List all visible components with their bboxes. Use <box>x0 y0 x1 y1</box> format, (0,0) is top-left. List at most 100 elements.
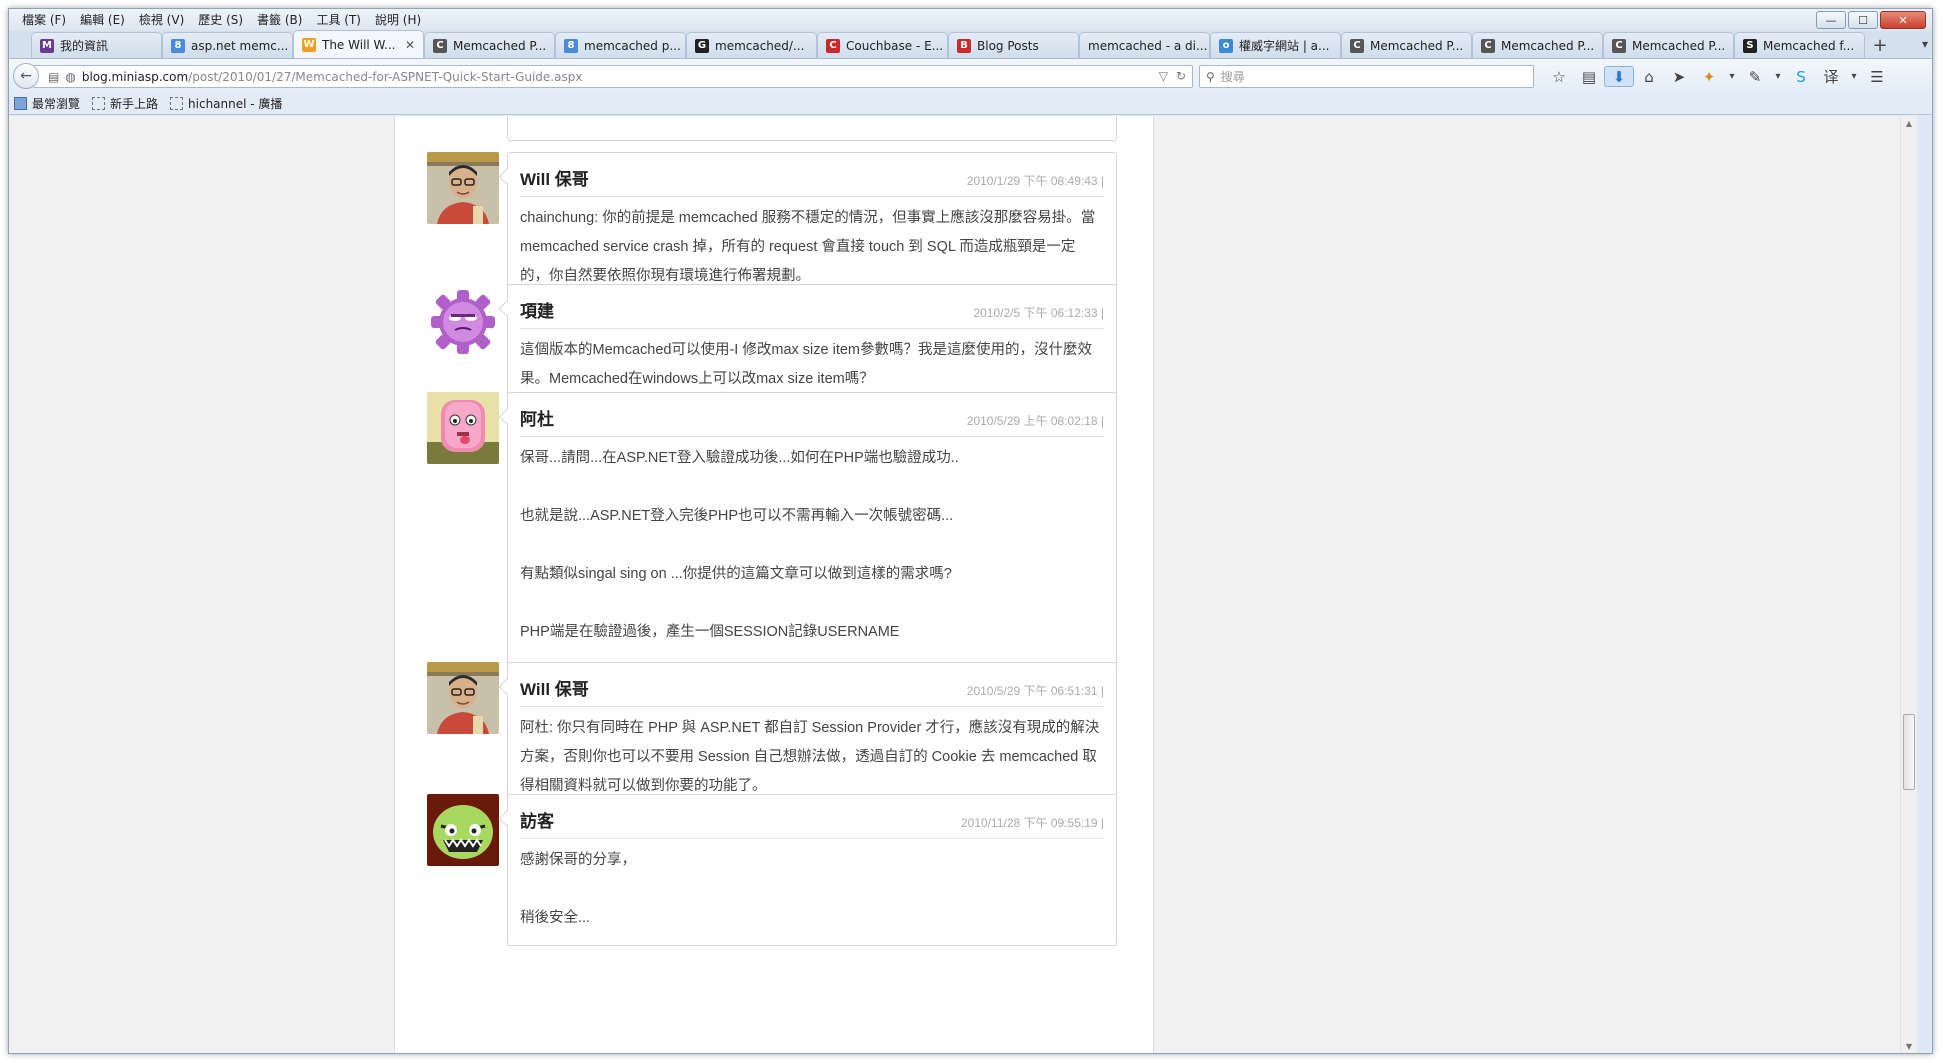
translate-dropdown-icon[interactable]: ▾ <box>1846 66 1862 87</box>
comment-card: Will 保哥 2010/1/29 下午 08:49:43 | chainchung… <box>507 152 1117 304</box>
tab-1[interactable]: 8 asp.net memc... <box>162 32 293 58</box>
url-text[interactable]: blog.miniasp.com/post/2010/01/27/Memcach… <box>82 70 583 84</box>
pen-dropdown-icon[interactable]: ▾ <box>1770 66 1786 87</box>
tab-list-icon[interactable]: ▾ <box>1922 37 1928 51</box>
tab-11[interactable]: C Memcached P... <box>1472 32 1603 58</box>
comment-author[interactable]: 訪客 <box>520 807 554 832</box>
bookmark-item[interactable]: 新手上路 <box>92 95 158 112</box>
menu-bar: 檔案 (F) 編輯 (E) 檢視 (V) 歷史 (S) 書籤 (B) 工具 (T… <box>9 9 1932 31</box>
maximize-button[interactable]: ☐ <box>1848 11 1878 29</box>
comment-author[interactable]: Will 保哥 <box>520 165 589 190</box>
menu-help[interactable]: 說明 (H) <box>368 9 428 31</box>
tab-title: 權威字網站 | a... <box>1239 39 1330 53</box>
comment-body: 這個版本的Memcached可以使用-I 修改max size item參數嗎？… <box>520 336 1104 394</box>
comment-header: 項建 2010/2/5 下午 06:12:33 | <box>520 297 1104 329</box>
avatar[interactable] <box>427 794 499 866</box>
back-arrow-icon: ← <box>20 68 32 84</box>
comment-header: 訪客 2010/11/28 下午 09:55:19 | <box>520 807 1104 839</box>
avatar[interactable] <box>427 152 499 224</box>
bookmarks-bar: 最常瀏覽 新手上路 hichannel - 廣播 <box>9 93 1932 115</box>
menu-edit[interactable]: 編輯 (E) <box>73 9 132 31</box>
reload-icon[interactable]: ↻ <box>1176 69 1186 83</box>
menu-tools[interactable]: 工具 (T) <box>309 9 368 31</box>
tab-13[interactable]: S Memcached f... <box>1734 32 1865 58</box>
bookmark-label: hichannel - 廣播 <box>188 97 283 111</box>
scroll-down-icon[interactable]: ▼ <box>1901 1039 1917 1053</box>
back-button[interactable]: ← <box>13 63 39 89</box>
avatar[interactable] <box>427 284 499 356</box>
comment-header: 阿杜 2010/5/29 上午 08:02:18 | <box>520 405 1104 437</box>
download-icon[interactable]: ⬇ <box>1604 66 1634 87</box>
bookmark-item[interactable]: 最常瀏覽 <box>14 95 80 112</box>
tab-5[interactable]: Gmemcached/... <box>686 32 817 58</box>
comment-card: 項建 2010/2/5 下午 06:12:33 | 這個版本的Memcached可以… <box>507 284 1117 407</box>
tab-favicon-icon: M <box>40 38 54 53</box>
menu-bookmarks[interactable]: 書籤 (B) <box>250 9 309 31</box>
tab-7[interactable]: B Blog Posts <box>948 32 1079 58</box>
comment-author[interactable]: Will 保哥 <box>520 675 589 700</box>
tab-9[interactable]: o 權威字網站 | a... <box>1210 32 1341 58</box>
reading-list-icon[interactable]: ▤ <box>1574 66 1604 87</box>
tab-favicon-icon: C <box>433 38 447 53</box>
new-tab-button[interactable]: + <box>1865 32 1895 58</box>
page-content: Will 保哥 2010/1/29 下午 08:49:43 | chainchung… <box>9 116 1917 1053</box>
url-bar[interactable]: ▤ ◍ blog.miniasp.com/post/2010/01/27/Mem… <box>33 65 1193 88</box>
menu-file[interactable]: 檔案 (F) <box>15 9 73 31</box>
tab-title: The Will W... <box>322 37 396 52</box>
tab-favicon-icon: C <box>1481 38 1495 53</box>
skype-icon[interactable]: S <box>1786 66 1816 87</box>
tab-title: memcached - a di... <box>1088 38 1208 53</box>
search-icon: ⚲ <box>1206 69 1215 84</box>
url-path: /post/2010/01/27/Memcached-for-ASPNET-Qu… <box>188 69 583 84</box>
most-visited-icon <box>14 97 27 110</box>
scroll-up-icon[interactable]: ▲ <box>1901 116 1917 132</box>
tab-8[interactable]: memcached - a di... <box>1079 32 1210 58</box>
tab-favicon-icon: C <box>826 38 840 53</box>
translate-icon[interactable]: 译 <box>1816 66 1846 87</box>
pen-icon[interactable]: ✎ <box>1740 66 1770 87</box>
tab-2[interactable]: W The Will W... ✕ <box>293 30 424 58</box>
bookmark-item[interactable]: hichannel - 廣播 <box>170 95 282 112</box>
dropdown-arrow-icon[interactable]: ▽ <box>1159 69 1168 83</box>
tab-4[interactable]: 8 memcached p... <box>555 32 686 58</box>
tab-favicon-icon: B <box>957 38 971 53</box>
menu-view[interactable]: 檢視 (V) <box>132 9 191 31</box>
comment-date: 2010/2/5 下午 06:12:33 | <box>973 306 1104 320</box>
menu-hamburger-icon[interactable]: ☰ <box>1862 66 1892 87</box>
search-bar[interactable]: ⚲ 搜尋 <box>1199 65 1534 88</box>
tab-favicon-icon: C <box>1612 38 1626 53</box>
tab-6[interactable]: C Couchbase - E... <box>817 32 948 58</box>
tab-title: memcached p... <box>584 38 681 53</box>
bookmark-star-icon[interactable]: ☆ <box>1544 66 1574 87</box>
home-icon[interactable]: ⌂ <box>1634 66 1664 87</box>
vertical-scrollbar[interactable]: ▲ ▼ <box>1900 116 1917 1053</box>
comment-author[interactable]: 阿杜 <box>520 405 554 430</box>
tab-title: memcached/... <box>715 38 805 53</box>
comment-paragraph: chainchung: 你的前提是 memcached 服務不穩定的情況，但事實… <box>520 210 1096 284</box>
comment-paragraph: 保哥...請問...在ASP.NET登入驗證成功後...如何在PHP端也驗證成功… <box>520 450 959 466</box>
tab-favicon-icon: W <box>302 37 316 52</box>
tab-title: Couchbase - E... <box>846 38 944 53</box>
tab-0[interactable]: M 我的資訊 <box>31 32 162 58</box>
tab-title: Memcached P... <box>453 38 547 53</box>
comment-paragraph: PHP端是在驗證過後，產生一個SESSION記錄USERNAME <box>520 624 900 640</box>
comment-author[interactable]: 項建 <box>520 297 554 322</box>
scrollbar-thumb[interactable] <box>1903 714 1915 790</box>
send-icon[interactable]: ➤ <box>1664 66 1694 87</box>
addon-icon[interactable]: ✦ <box>1694 66 1724 87</box>
addon-dropdown-icon[interactable]: ▾ <box>1724 66 1740 87</box>
tab-10[interactable]: C Memcached P... <box>1341 32 1472 58</box>
close-window-button[interactable]: ✕ <box>1880 11 1926 29</box>
search-placeholder: 搜尋 <box>1220 70 1245 84</box>
avatar[interactable] <box>427 662 499 734</box>
tab-title: Blog Posts <box>977 38 1039 53</box>
avatar[interactable] <box>427 392 499 464</box>
bookmark-label: 新手上路 <box>110 97 159 111</box>
tab-close-icon[interactable]: ✕ <box>405 38 415 52</box>
minimize-button[interactable]: — <box>1816 11 1846 29</box>
menu-history[interactable]: 歷史 (S) <box>191 9 250 31</box>
comment-paragraph: 也就是說...ASP.NET登入完後PHP也可以不需再輸入一次帳號密碼... <box>520 508 954 524</box>
tab-12[interactable]: C Memcached P... <box>1603 32 1734 58</box>
tab-3[interactable]: C Memcached P... <box>424 32 555 58</box>
tab-title: Memcached P... <box>1501 38 1595 53</box>
